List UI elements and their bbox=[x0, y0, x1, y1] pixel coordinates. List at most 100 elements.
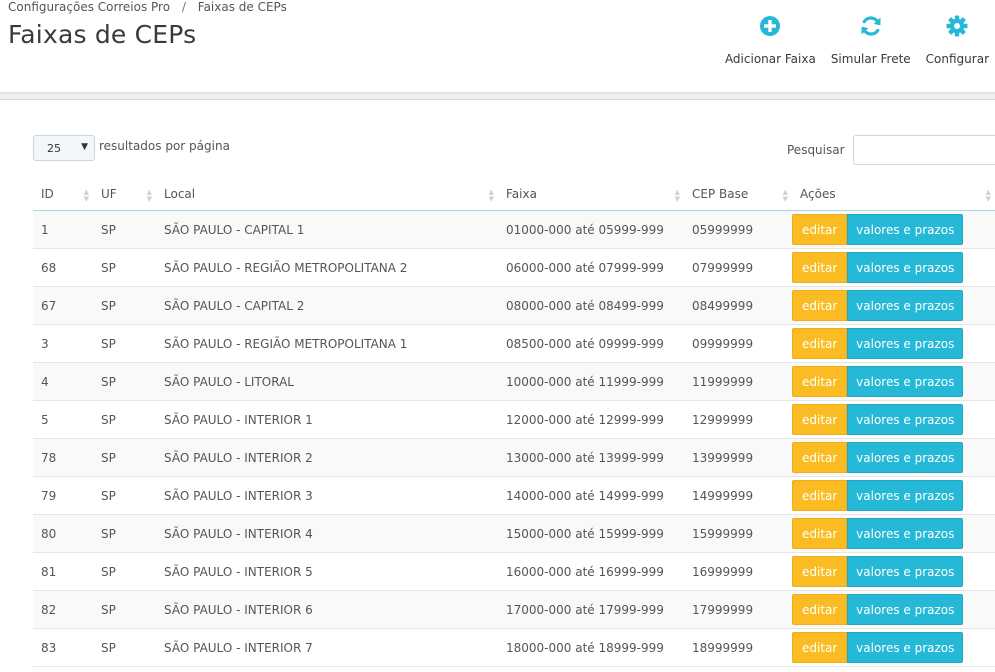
table-row: 79 SP SÃO PAULO - INTERIOR 3 14000-000 até … bbox=[33, 476, 995, 515]
values-deadlines-button[interactable]: valores e prazos bbox=[847, 404, 964, 435]
per-page-value: 25 bbox=[47, 141, 61, 155]
sort-icon: ▲ ▼ bbox=[782, 188, 788, 203]
cell-actions: editar valores e prazos bbox=[792, 552, 995, 591]
cell-cep-base: 13999999 bbox=[684, 438, 792, 477]
edit-button[interactable]: editar bbox=[792, 404, 848, 435]
cell-id: 68 bbox=[33, 248, 93, 287]
add-range-button[interactable]: Adicionar Faixa bbox=[725, 14, 816, 66]
column-header-faixa[interactable]: Faixa ▲ ▼ bbox=[498, 177, 684, 211]
column-header-local[interactable]: Local ▲ ▼ bbox=[156, 177, 498, 211]
column-header-uf[interactable]: UF ▲ ▼ bbox=[93, 177, 156, 211]
cell-uf: SP bbox=[93, 210, 156, 249]
cell-local: SÃO PAULO - INTERIOR 1 bbox=[156, 400, 498, 439]
cell-id: 4 bbox=[33, 362, 93, 401]
values-deadlines-button[interactable]: valores e prazos bbox=[847, 594, 964, 625]
per-page-select[interactable]: 25 ▼ bbox=[33, 135, 95, 161]
cell-uf: SP bbox=[93, 476, 156, 515]
cell-cep-base: 17999999 bbox=[684, 590, 792, 629]
page-header: Configurações Correios Pro / Faixas de C… bbox=[0, 0, 995, 92]
cell-faixa: 12000-000 até 12999-999 bbox=[498, 400, 684, 439]
cell-actions: editar valores e prazos bbox=[792, 286, 995, 325]
cell-local: SÃO PAULO - INTERIOR 6 bbox=[156, 590, 498, 629]
per-page-control: 25 ▼ resultados por página bbox=[33, 135, 230, 161]
table-row: 1 SP SÃO PAULO - CAPITAL 1 01000-000 até 05… bbox=[33, 210, 995, 249]
breadcrumb-item-current: Faixas de CEPs bbox=[197, 0, 287, 14]
cell-actions: editar valores e prazos bbox=[792, 248, 995, 287]
cell-actions: editar valores e prazos bbox=[792, 514, 995, 553]
breadcrumb-separator: / bbox=[181, 0, 186, 14]
plus-circle-icon bbox=[760, 16, 781, 36]
edit-button[interactable]: editar bbox=[792, 518, 848, 549]
table-row: 4 SP SÃO PAULO - LITORAL 10000-000 até 1199… bbox=[33, 362, 995, 401]
cell-cep-base: 09999999 bbox=[684, 324, 792, 363]
table-body: 1 SP SÃO PAULO - CAPITAL 1 01000-000 até 05… bbox=[33, 210, 995, 667]
values-deadlines-button[interactable]: valores e prazos bbox=[847, 442, 964, 473]
cell-local: SÃO PAULO - INTERIOR 5 bbox=[156, 552, 498, 591]
simulate-freight-label: Simular Frete bbox=[830, 52, 911, 66]
cell-local: SÃO PAULO - CAPITAL 2 bbox=[156, 286, 498, 325]
simulate-freight-button[interactable]: Simular Frete bbox=[831, 14, 911, 66]
breadcrumb-item-config[interactable]: Configurações Correios Pro bbox=[8, 0, 170, 14]
column-header-id[interactable]: ID ▲ ▼ bbox=[33, 177, 93, 211]
values-deadlines-button[interactable]: valores e prazos bbox=[847, 214, 964, 245]
cell-uf: SP bbox=[93, 324, 156, 363]
cell-id: 67 bbox=[33, 286, 93, 325]
cell-faixa: 17000-000 até 17999-999 bbox=[498, 590, 684, 629]
cell-faixa: 10000-000 até 11999-999 bbox=[498, 362, 684, 401]
cell-id: 81 bbox=[33, 552, 93, 591]
cell-local: SÃO PAULO - REGIÃO METROPOLITANA 1 bbox=[156, 324, 498, 363]
cell-faixa: 15000-000 até 15999-999 bbox=[498, 514, 684, 553]
breadcrumb: Configurações Correios Pro / Faixas de C… bbox=[8, 0, 287, 14]
search-input[interactable] bbox=[852, 135, 995, 165]
sort-icon: ▲ ▼ bbox=[985, 188, 991, 203]
cell-id: 80 bbox=[33, 514, 93, 553]
values-deadlines-button[interactable]: valores e prazos bbox=[847, 556, 964, 587]
values-deadlines-button[interactable]: valores e prazos bbox=[847, 632, 964, 663]
cell-uf: SP bbox=[93, 362, 156, 401]
cell-actions: editar valores e prazos bbox=[792, 476, 995, 515]
edit-button[interactable]: editar bbox=[792, 328, 848, 359]
values-deadlines-button[interactable]: valores e prazos bbox=[847, 366, 964, 397]
cell-local: SÃO PAULO - INTERIOR 7 bbox=[156, 628, 498, 667]
cell-uf: SP bbox=[93, 590, 156, 629]
cell-id: 5 bbox=[33, 400, 93, 439]
cell-faixa: 06000-000 até 07999-999 bbox=[498, 248, 684, 287]
edit-button[interactable]: editar bbox=[792, 442, 848, 473]
cell-local: SÃO PAULO - INTERIOR 2 bbox=[156, 438, 498, 477]
gear-icon bbox=[946, 15, 968, 37]
cell-actions: editar valores e prazos bbox=[792, 438, 995, 477]
sort-icon: ▲ ▼ bbox=[674, 188, 680, 203]
table-row: 83 SP SÃO PAULO - INTERIOR 7 18000-000 até … bbox=[33, 628, 995, 667]
edit-button[interactable]: editar bbox=[792, 594, 848, 625]
values-deadlines-button[interactable]: valores e prazos bbox=[847, 328, 964, 359]
header-shadow-bar bbox=[0, 94, 995, 100]
cell-actions: editar valores e prazos bbox=[792, 590, 995, 629]
configure-button[interactable]: Configurar bbox=[926, 14, 989, 66]
edit-button[interactable]: editar bbox=[792, 290, 848, 321]
edit-button[interactable]: editar bbox=[792, 480, 848, 511]
values-deadlines-button[interactable]: valores e prazos bbox=[847, 480, 964, 511]
values-deadlines-button[interactable]: valores e prazos bbox=[847, 252, 964, 283]
cell-uf: SP bbox=[93, 400, 156, 439]
edit-button[interactable]: editar bbox=[792, 252, 848, 283]
edit-button[interactable]: editar bbox=[792, 632, 848, 663]
cell-faixa: 01000-000 até 05999-999 bbox=[498, 210, 684, 249]
cell-id: 1 bbox=[33, 210, 93, 249]
values-deadlines-button[interactable]: valores e prazos bbox=[847, 518, 964, 549]
column-header-cep-base[interactable]: CEP Base ▲ ▼ bbox=[684, 177, 792, 211]
cell-actions: editar valores e prazos bbox=[792, 400, 995, 439]
edit-button[interactable]: editar bbox=[792, 366, 848, 397]
column-header-acoes[interactable]: Ações ▲ ▼ bbox=[792, 177, 995, 211]
cell-cep-base: 12999999 bbox=[684, 400, 792, 439]
cell-id: 79 bbox=[33, 476, 93, 515]
refresh-icon bbox=[861, 16, 881, 36]
table-row: 67 SP SÃO PAULO - CAPITAL 2 08000-000 até 0… bbox=[33, 286, 995, 325]
edit-button[interactable]: editar bbox=[792, 556, 848, 587]
configure-label: Configurar bbox=[925, 52, 989, 66]
values-deadlines-button[interactable]: valores e prazos bbox=[847, 290, 964, 321]
cell-local: SÃO PAULO - REGIÃO METROPOLITANA 2 bbox=[156, 248, 498, 287]
cell-faixa: 14000-000 até 14999-999 bbox=[498, 476, 684, 515]
edit-button[interactable]: editar bbox=[792, 214, 848, 245]
table-row: 80 SP SÃO PAULO - INTERIOR 4 15000-000 até … bbox=[33, 514, 995, 553]
cell-actions: editar valores e prazos bbox=[792, 362, 995, 401]
